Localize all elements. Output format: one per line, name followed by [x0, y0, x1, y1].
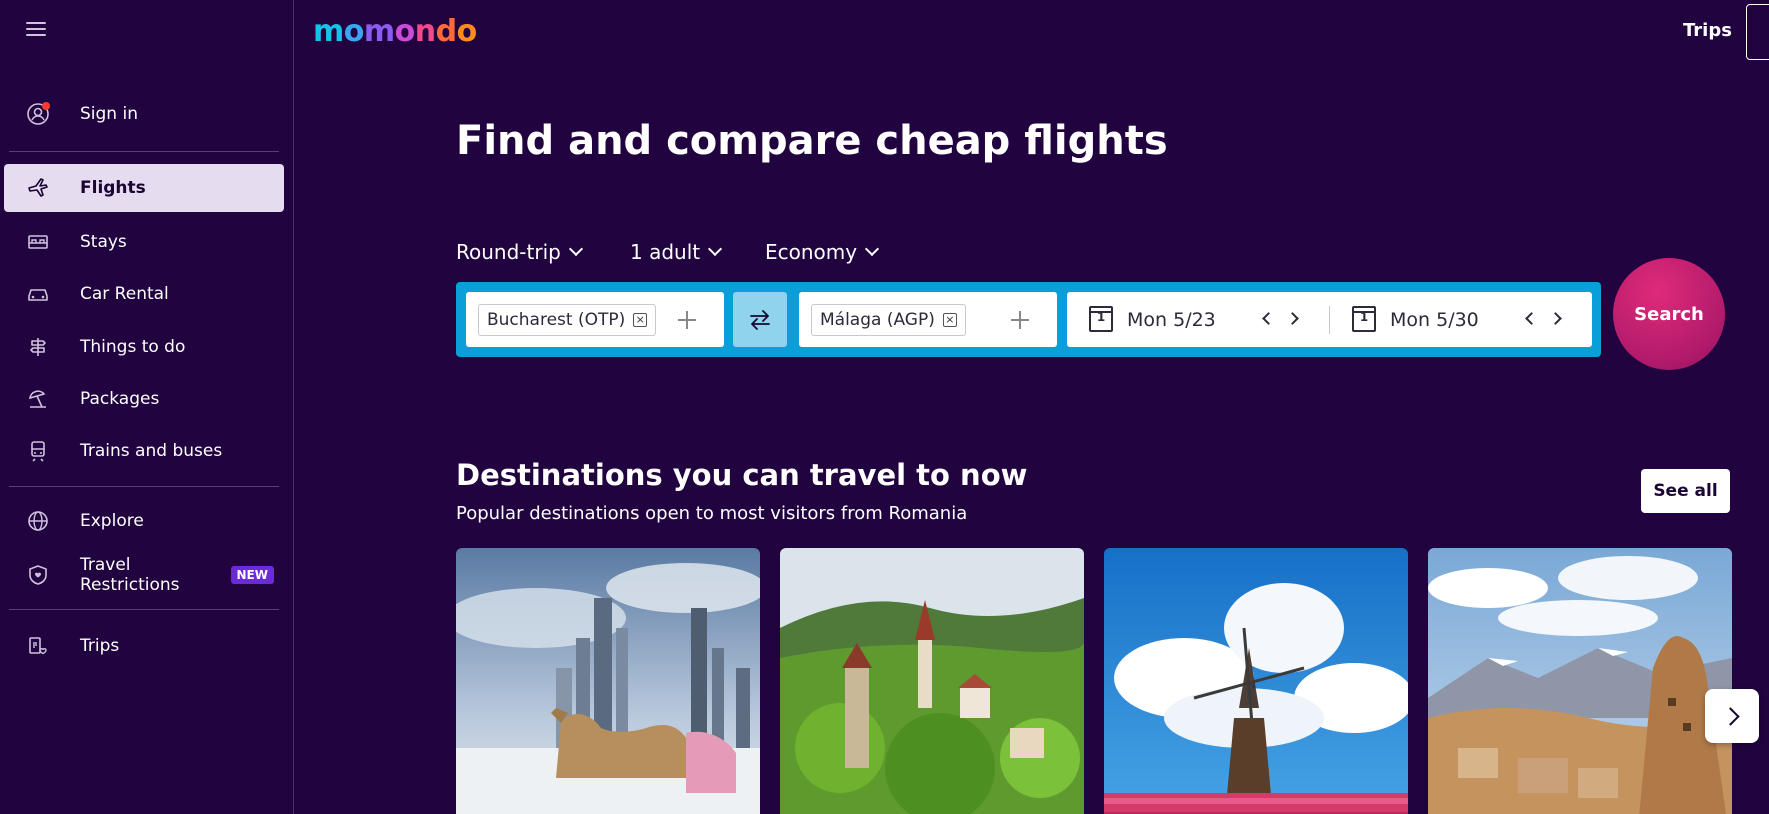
sidebar-item-label: Travel Restrictions: [80, 555, 180, 595]
destination-value: Málaga (AGP): [820, 310, 935, 330]
origin-chip: Bucharest (OTP) ×: [478, 304, 657, 336]
carousel-next-button[interactable]: [1705, 689, 1759, 743]
return-date-field[interactable]: 1 Mon 5/30: [1330, 292, 1592, 347]
chevron-down-icon: [708, 241, 723, 257]
add-origin-icon[interactable]: [678, 310, 696, 329]
plane-icon: [24, 174, 52, 202]
header-trips-link[interactable]: Trips: [1683, 20, 1732, 41]
user-icon: [24, 100, 52, 128]
sidebar-item-label: Things to do: [80, 337, 186, 357]
chevron-down-icon: [865, 241, 880, 257]
globe-icon: [24, 507, 52, 535]
destination-image: [780, 548, 1084, 814]
logo-letter: m: [313, 14, 344, 49]
see-all-button[interactable]: See all: [1641, 469, 1730, 513]
sidebar-item-trips[interactable]: Trips: [4, 622, 284, 670]
depart-date-value: Mon 5/23: [1127, 308, 1216, 331]
sidebar-item-packages[interactable]: Packages: [4, 375, 284, 423]
sidebar-item-travel-restrictions[interactable]: Travel Restrictions NEW: [4, 550, 284, 600]
bed-icon: [24, 228, 52, 256]
flight-search-bar: Bucharest (OTP) × Málaga (AGP) × 1 Mon 5…: [456, 282, 1601, 357]
momondo-logo[interactable]: momondo: [313, 14, 477, 49]
origin-value: Bucharest (OTP): [487, 310, 626, 330]
signpost-icon: [24, 333, 52, 361]
logo-letter: d: [435, 14, 457, 49]
sidebar-item-label: Explore: [80, 511, 144, 531]
sidebar-item-label: Sign in: [80, 104, 138, 124]
sidebar-item-explore[interactable]: Explore: [4, 497, 284, 545]
destination-card[interactable]: [1428, 548, 1732, 814]
swap-icon: [750, 309, 770, 330]
menu-icon[interactable]: [26, 22, 46, 38]
label-line-2: Restrictions: [80, 575, 180, 595]
trips-icon: [24, 632, 52, 660]
destination-card[interactable]: [1104, 548, 1408, 814]
sidebar-item-trains-and-buses[interactable]: Trains and buses: [4, 427, 284, 475]
sidebar: Sign in Flights Stays Car Rental Things …: [0, 0, 294, 814]
trip-type-value: Round-trip: [456, 240, 561, 264]
cabin-class-value: Economy: [765, 240, 858, 264]
destination-image: [1104, 548, 1408, 814]
sidebar-item-label: Flights: [80, 178, 146, 198]
destination-image: [456, 548, 760, 814]
sidebar-item-car-rental[interactable]: Car Rental: [4, 270, 284, 318]
label-line-1: Travel: [80, 555, 131, 575]
destination-image: [1428, 548, 1732, 814]
destination-card[interactable]: [456, 548, 760, 814]
return-prev-day-icon[interactable]: [1525, 312, 1538, 325]
logo-letter: o: [343, 14, 365, 49]
chevron-down-icon: [568, 241, 583, 257]
sidebar-divider: [9, 486, 279, 487]
new-badge: NEW: [230, 566, 274, 584]
train-icon: [24, 437, 52, 465]
depart-prev-day-icon[interactable]: [1262, 312, 1275, 325]
remove-destination-icon[interactable]: ×: [942, 313, 957, 327]
calendar-icon: 1: [1352, 306, 1376, 332]
search-button[interactable]: Search: [1613, 258, 1725, 370]
sidebar-item-sign-in[interactable]: Sign in: [4, 90, 284, 138]
return-next-day-icon[interactable]: [1549, 312, 1562, 325]
logo-letter: o: [394, 14, 416, 49]
sidebar-item-label: Car Rental: [80, 284, 169, 304]
page-title: Find and compare cheap flights: [456, 118, 1168, 164]
notification-dot: [42, 102, 50, 110]
logo-letter: o: [456, 14, 478, 49]
sidebar-item-things-to-do[interactable]: Things to do: [4, 323, 284, 371]
return-date-value: Mon 5/30: [1390, 308, 1479, 331]
sidebar-item-label: Stays: [80, 232, 127, 252]
sidebar-item-label: Packages: [80, 389, 160, 409]
sidebar-item-label: Trains and buses: [80, 441, 223, 461]
travelers-dropdown[interactable]: 1 adult: [630, 240, 723, 264]
trip-type-dropdown[interactable]: Round-trip: [456, 240, 583, 264]
sidebar-divider: [9, 609, 279, 610]
depart-date-field[interactable]: 1 Mon 5/23: [1067, 292, 1329, 347]
shield-icon: [24, 561, 52, 589]
travelers-value: 1 adult: [630, 240, 701, 264]
header-account-button[interactable]: [1746, 4, 1769, 60]
swap-button[interactable]: [733, 292, 787, 347]
origin-field[interactable]: Bucharest (OTP) ×: [466, 292, 724, 347]
dates-field: 1 Mon 5/23 1 Mon 5/30: [1067, 292, 1592, 347]
add-destination-icon[interactable]: [1011, 310, 1029, 329]
destination-chip: Málaga (AGP) ×: [811, 304, 966, 336]
sidebar-item-stays[interactable]: Stays: [4, 218, 284, 266]
calendar-icon: 1: [1089, 306, 1113, 332]
remove-origin-icon[interactable]: ×: [633, 313, 648, 327]
logo-letter: n: [414, 14, 436, 49]
logo-letter: m: [363, 14, 395, 49]
section-subtitle: Popular destinations open to most visito…: [456, 503, 968, 524]
car-icon: [24, 280, 52, 308]
destination-card[interactable]: [780, 548, 1084, 814]
sidebar-item-flights[interactable]: Flights: [4, 164, 284, 212]
beach-umbrella-icon: [24, 385, 52, 413]
sidebar-divider: [9, 151, 279, 152]
destination-field[interactable]: Málaga (AGP) ×: [799, 292, 1057, 347]
sidebar-item-label: Trips: [80, 636, 120, 656]
depart-next-day-icon[interactable]: [1286, 312, 1299, 325]
cabin-class-dropdown[interactable]: Economy: [765, 240, 880, 264]
section-title: Destinations you can travel to now: [456, 458, 1028, 492]
